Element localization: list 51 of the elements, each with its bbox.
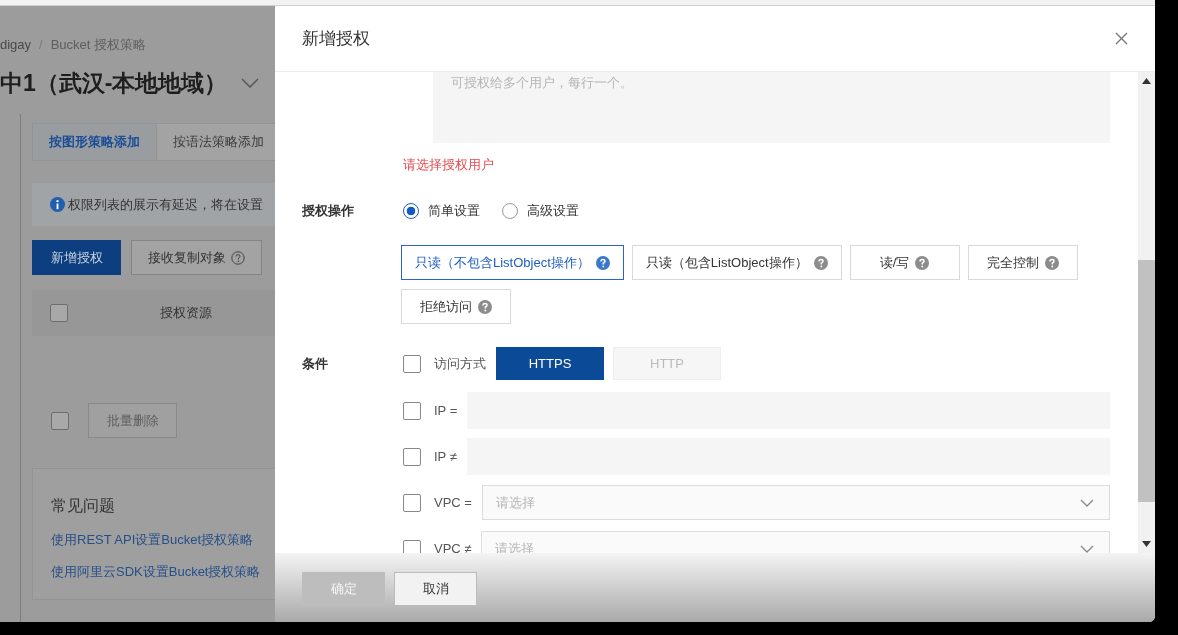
- checkbox[interactable]: [403, 493, 421, 512]
- chevron-down-icon: [1080, 498, 1094, 507]
- breadcrumb-item[interactable]: digay: [0, 36, 32, 54]
- scrollbar[interactable]: [1138, 72, 1155, 553]
- add-grant-button[interactable]: 新增授权: [32, 240, 121, 275]
- permission-option[interactable]: 完全控制: [967, 245, 1078, 280]
- faq-link[interactable]: 使用阿里云SDK设置Bucket授权策略: [51, 563, 275, 581]
- info-icon: [50, 197, 65, 212]
- condition-label: VPC =: [434, 495, 472, 510]
- scrollbar-thumb[interactable]: [1138, 260, 1155, 502]
- protocol-option[interactable]: HTTPS: [496, 347, 604, 380]
- policy-tab[interactable]: 按图形策略添加: [33, 124, 157, 160]
- faq-link[interactable]: 使用REST API设置Bucket授权策略: [51, 531, 275, 549]
- scroll-down-icon[interactable]: [1142, 541, 1151, 547]
- condition-label: VPC ≠: [434, 541, 472, 553]
- help-icon: [478, 299, 492, 314]
- condition-label: IP ≠: [434, 449, 457, 464]
- column-header: 授权资源: [160, 304, 212, 322]
- region-title: 中1（武汉-本地地域）: [0, 68, 228, 98]
- permission-option[interactable]: 只读（不包含ListObject操作）: [401, 245, 624, 280]
- chevron-down-icon[interactable]: [241, 78, 260, 88]
- field-label: 授权操作: [302, 202, 355, 220]
- help-icon: [915, 255, 930, 270]
- help-icon: [1044, 255, 1059, 270]
- faq-title: 常见问题: [51, 496, 116, 516]
- help-icon: [231, 250, 245, 265]
- notice-text: 权限列表的展示有延迟，将在设置: [68, 195, 263, 214]
- condition-label: 访问方式: [434, 354, 486, 373]
- chevron-down-icon: [1080, 544, 1094, 553]
- permission-option[interactable]: 只读（包含ListObject操作）: [631, 245, 842, 280]
- checkbox[interactable]: [403, 447, 421, 466]
- radio-label[interactable]: 简单设置: [428, 202, 480, 220]
- help-icon: [595, 255, 610, 270]
- checkbox[interactable]: [403, 401, 421, 420]
- condition-label: IP =: [434, 403, 458, 418]
- checkbox[interactable]: [50, 304, 68, 322]
- cancel-button[interactable]: 取消: [394, 572, 477, 606]
- close-icon[interactable]: [1115, 32, 1128, 45]
- error-message: 请选择授权用户: [403, 157, 495, 173]
- breadcrumb-separator: /: [39, 36, 43, 54]
- permission-option[interactable]: 拒绝访问: [401, 289, 511, 324]
- scroll-up-icon[interactable]: [1142, 78, 1151, 84]
- checkbox[interactable]: [403, 354, 421, 373]
- dialog-title: 新增授权: [302, 28, 370, 50]
- radio-label[interactable]: 高级设置: [527, 202, 579, 220]
- radio-button[interactable]: [403, 203, 419, 219]
- permission-option[interactable]: 读/写: [849, 245, 960, 280]
- checkbox[interactable]: [51, 411, 69, 430]
- receive-copy-button[interactable]: 接收复制对象: [131, 240, 262, 275]
- field-label: 条件: [302, 355, 329, 373]
- help-icon: [813, 255, 828, 270]
